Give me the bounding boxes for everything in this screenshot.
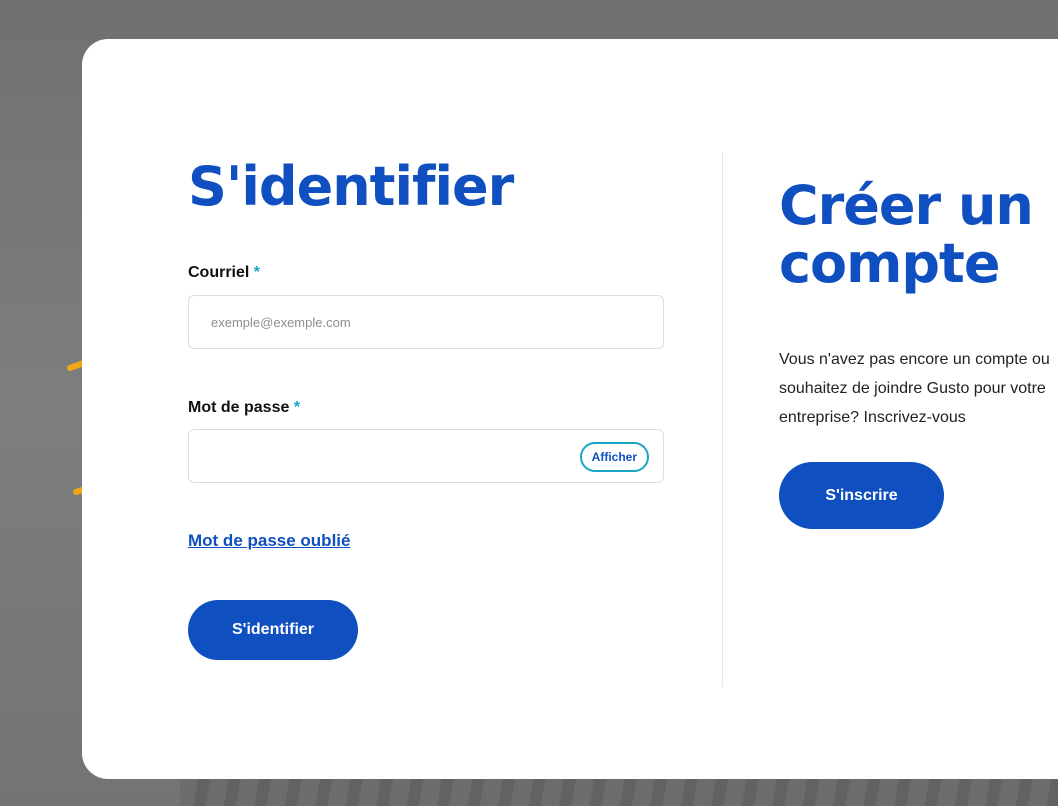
show-password-button[interactable]: Afficher	[579, 442, 649, 472]
password-label: Mot de passe *	[188, 399, 300, 417]
password-label-text: Mot de passe	[188, 399, 290, 416]
email-label: Courriel *	[188, 264, 260, 282]
signup-description: Vous n'avez pas encore un compte ou souh…	[779, 351, 1050, 426]
login-title: S'identifier	[188, 155, 514, 218]
forgot-password-link[interactable]: Mot de passe oublié	[188, 531, 350, 551]
login-submit-button[interactable]: S'identifier	[188, 600, 358, 660]
background-page-content	[180, 778, 1058, 806]
password-field-wrapper: Afficher	[188, 429, 664, 483]
column-divider	[722, 152, 723, 687]
signup-button[interactable]: S'inscrire	[779, 462, 944, 529]
required-marker: *	[293, 399, 301, 416]
email-field-wrapper	[188, 295, 664, 349]
email-label-text: Courriel	[188, 264, 250, 281]
auth-modal: S'identifier Courriel * Mot de passe * A…	[82, 39, 1058, 779]
signup-title: Créer un compte	[779, 174, 1034, 295]
required-marker: *	[253, 264, 261, 281]
email-input[interactable]	[189, 296, 663, 348]
